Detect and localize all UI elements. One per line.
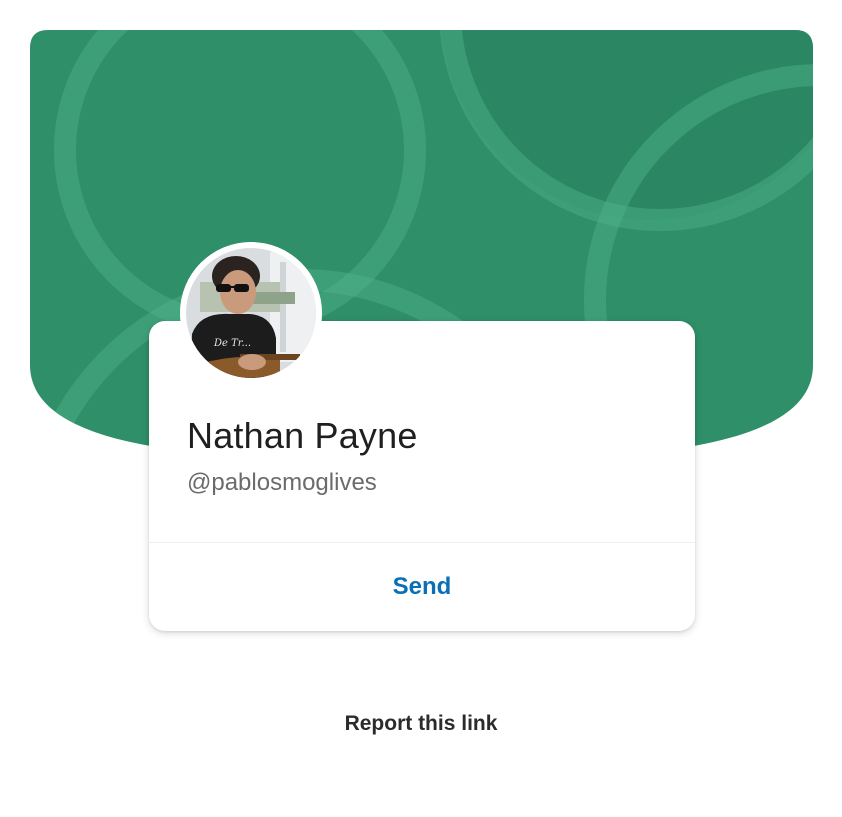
avatar: De Tr... [180, 242, 322, 384]
profile-photo-icon: De Tr... [180, 242, 322, 384]
profile-name: Nathan Payne [187, 415, 418, 456]
page: Nathan Payne @pablosmoglives Send De Tr.… [0, 0, 842, 817]
report-link[interactable]: Report this link [0, 712, 842, 736]
svg-text:De Tr...: De Tr... [213, 338, 251, 349]
send-button[interactable]: Send [149, 543, 695, 631]
profile-handle: @pablosmoglives [187, 469, 377, 496]
